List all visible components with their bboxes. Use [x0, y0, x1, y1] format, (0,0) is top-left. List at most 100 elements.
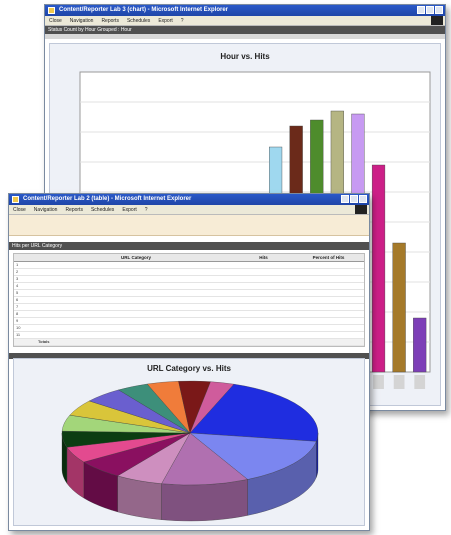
- menu-item-reports[interactable]: Reports: [101, 18, 119, 24]
- cell-url-category: [36, 318, 234, 324]
- cell-percent: [294, 283, 364, 289]
- cell-url-category: [36, 283, 234, 289]
- x-tick-label: [373, 375, 384, 389]
- table-row[interactable]: 2: [14, 269, 364, 276]
- bar[interactable]: [413, 317, 427, 373]
- cell-url-category: [36, 304, 234, 310]
- minimize-icon[interactable]: [341, 195, 349, 203]
- menu-item-reports[interactable]: Reports: [65, 207, 83, 213]
- cell-percent: [294, 297, 364, 303]
- close-icon[interactable]: [359, 195, 367, 203]
- chart-title: Hour vs. Hits: [220, 52, 270, 61]
- table-row[interactable]: 4: [14, 283, 364, 290]
- cell-url-category: [36, 276, 234, 282]
- cell-percent: [294, 262, 364, 268]
- bar[interactable]: [371, 164, 386, 373]
- menu-item-help[interactable]: ?: [145, 207, 148, 213]
- table-window: Content/Reporter Lab 2 (table) - Microso…: [8, 193, 370, 531]
- col-hits[interactable]: Hits: [234, 254, 294, 261]
- cell-percent: [294, 332, 364, 338]
- pie-chart: [61, 380, 319, 522]
- report-banner: [9, 215, 369, 236]
- cell-hits: [234, 262, 294, 268]
- window-title: Content/Reporter Lab 2 (table) - Microso…: [23, 196, 192, 202]
- table-total-row: Totals: [14, 339, 364, 346]
- cell-hits: [234, 311, 294, 317]
- menu-item-close[interactable]: Close: [13, 207, 26, 213]
- total-label: Totals: [38, 339, 50, 344]
- section-title: Hits per URL Category: [9, 242, 369, 250]
- cell-rank: 7: [16, 304, 19, 309]
- menu-item-navigation[interactable]: Navigation: [70, 18, 94, 24]
- cell-url-category: [36, 311, 234, 317]
- table-row[interactable]: 3: [14, 276, 364, 283]
- cell-rank: 10: [16, 325, 21, 330]
- cell-rank: 8: [16, 311, 19, 316]
- windows-logo-icon: [431, 16, 443, 25]
- cell-hits: [234, 269, 294, 275]
- table-row[interactable]: 6: [14, 297, 364, 304]
- section-title: Status Count by Hour Grouped : Hour: [45, 26, 445, 34]
- cell-percent: [294, 304, 364, 310]
- close-icon[interactable]: [435, 6, 443, 14]
- cell-hits: [234, 304, 294, 310]
- table-row[interactable]: 11: [14, 332, 364, 339]
- menu-bar: Close Navigation Reports Schedules Expor…: [45, 16, 445, 26]
- table-header: URL Category Hits Percent of Hits: [14, 254, 364, 262]
- table-row[interactable]: 7: [14, 304, 364, 311]
- table-row[interactable]: 10: [14, 325, 364, 332]
- cell-rank: 9: [16, 318, 19, 323]
- table-body: 1 2 3 4 5 6 7 8 9 10 11: [14, 262, 364, 339]
- x-tick-label: [414, 375, 426, 389]
- windows-logo-icon: [355, 205, 367, 214]
- data-table: URL Category Hits Percent of Hits 1 2 3 4 5 6…: [13, 253, 365, 347]
- bar[interactable]: [392, 242, 406, 373]
- window-title: Content/Reporter Lab 3 (chart) - Microso…: [59, 7, 229, 13]
- cell-hits: [234, 332, 294, 338]
- menu-item-schedules[interactable]: Schedules: [91, 207, 114, 213]
- col-percent[interactable]: Percent of Hits: [294, 254, 364, 261]
- table-row[interactable]: 9: [14, 318, 364, 325]
- cell-rank: 6: [16, 297, 19, 302]
- cell-rank: 1: [16, 262, 19, 267]
- section-subbar: [45, 34, 445, 39]
- cell-percent: [294, 325, 364, 331]
- window-titlebar[interactable]: Content/Reporter Lab 3 (chart) - Microso…: [45, 5, 445, 16]
- menu-item-export[interactable]: Export: [158, 18, 172, 24]
- cell-percent: [294, 269, 364, 275]
- cell-url-category: [36, 290, 234, 296]
- menu-item-help[interactable]: ?: [181, 18, 184, 24]
- cell-percent: [294, 290, 364, 296]
- menu-item-navigation[interactable]: Navigation: [34, 207, 58, 213]
- cell-hits: [234, 318, 294, 324]
- cell-rank: 11: [16, 332, 21, 337]
- menu-item-schedules[interactable]: Schedules: [127, 18, 150, 24]
- browser-icon: [12, 196, 19, 203]
- window-titlebar[interactable]: Content/Reporter Lab 2 (table) - Microso…: [9, 194, 369, 205]
- pie-slice-side: [161, 479, 248, 522]
- cell-hits: [234, 297, 294, 303]
- menu-item-close[interactable]: Close: [49, 18, 62, 24]
- pie-chart-title: URL Category vs. Hits: [147, 364, 231, 373]
- cell-percent: [294, 276, 364, 282]
- table-row[interactable]: 8: [14, 311, 364, 318]
- maximize-icon[interactable]: [350, 195, 358, 203]
- menu-item-export[interactable]: Export: [122, 207, 136, 213]
- minimize-icon[interactable]: [417, 6, 425, 14]
- cell-rank: 3: [16, 276, 19, 281]
- cell-rank: 5: [16, 290, 19, 295]
- cell-percent: [294, 318, 364, 324]
- menu-bar: Close Navigation Reports Schedules Expor…: [9, 205, 369, 215]
- cell-url-category: [36, 269, 234, 275]
- table-row[interactable]: 5: [14, 290, 364, 297]
- maximize-icon[interactable]: [426, 6, 434, 14]
- col-rank: [14, 254, 36, 261]
- table-row[interactable]: 1: [14, 262, 364, 269]
- cell-url-category: [36, 325, 234, 331]
- cell-hits: [234, 325, 294, 331]
- cell-rank: 2: [16, 269, 19, 274]
- col-url-category[interactable]: URL Category: [36, 254, 234, 261]
- x-tick-label: [393, 375, 405, 389]
- pie-panel: URL Category vs. Hits: [13, 358, 365, 526]
- cell-url-category: [36, 297, 234, 303]
